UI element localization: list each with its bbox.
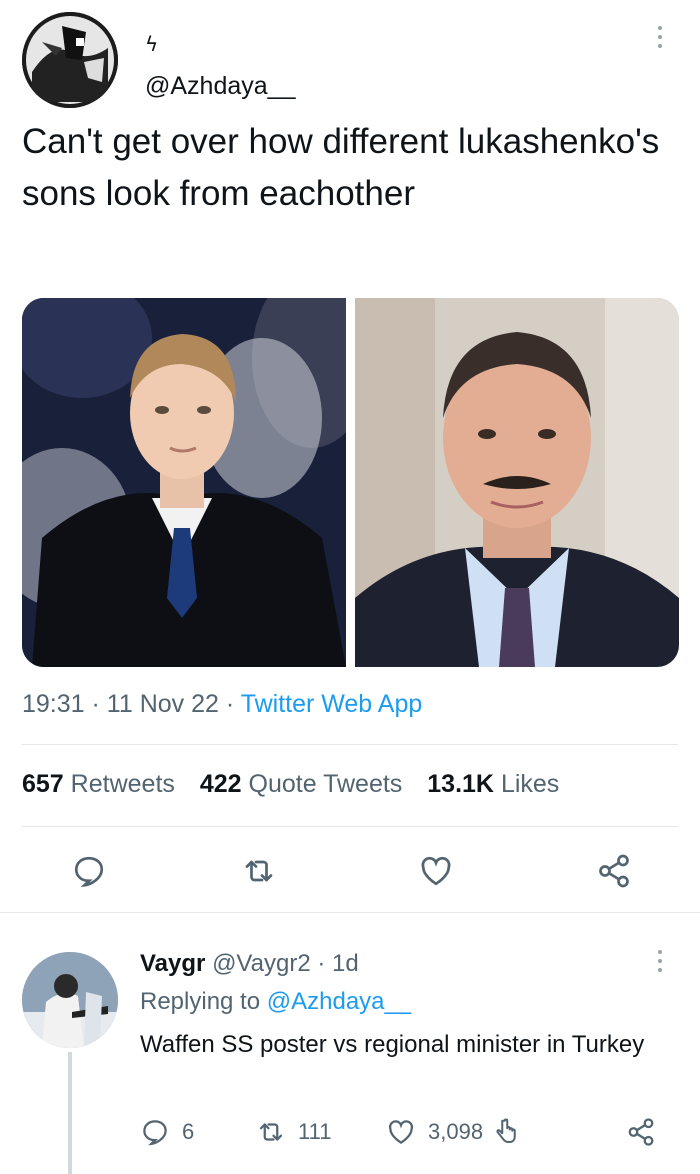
divider xyxy=(22,826,678,827)
avatar-artwork xyxy=(22,12,118,108)
reply-header: Vaygr @Vaygr2 · 1d xyxy=(140,950,359,978)
retweet-count: 111 xyxy=(298,1119,332,1144)
author-handle[interactable]: @Azhdaya__ xyxy=(145,72,295,101)
likes-stat[interactable]: 13.1K Likes xyxy=(427,770,559,798)
reply-author-handle[interactable]: @Vaygr2 xyxy=(212,950,311,977)
reply-like-button[interactable]: 3,098 xyxy=(386,1112,533,1152)
more-icon[interactable] xyxy=(655,26,665,52)
avatar-artwork xyxy=(22,952,118,1048)
like-count: 3,098 xyxy=(428,1119,484,1144)
share-icon[interactable] xyxy=(596,853,632,889)
reply-share-button[interactable] xyxy=(626,1112,668,1152)
heart-icon[interactable] xyxy=(418,853,454,889)
reply-age[interactable]: 1d xyxy=(332,950,359,977)
reply-author-avatar[interactable] xyxy=(22,952,118,1048)
divider xyxy=(0,912,700,913)
meta-separator: · xyxy=(317,950,333,977)
meta-separator: · xyxy=(91,690,107,718)
replying-prefix: Replying to xyxy=(140,988,261,1015)
retweet-icon[interactable] xyxy=(241,853,277,889)
reply-icon[interactable] xyxy=(71,853,107,889)
media-photo-left[interactable] xyxy=(22,298,346,667)
meta-separator: · xyxy=(225,690,241,718)
divider xyxy=(22,744,678,745)
share-icon xyxy=(626,1117,656,1147)
tweet-time[interactable]: 19:31 xyxy=(22,690,85,718)
tweet-date[interactable]: 11 Nov 22 xyxy=(107,690,219,718)
reply-icon xyxy=(140,1117,170,1147)
pointer-hand-icon xyxy=(491,1117,521,1147)
author-display-name[interactable]: ϟ xyxy=(145,32,158,56)
tweet-media[interactable] xyxy=(22,298,679,667)
heart-icon xyxy=(386,1117,416,1147)
reply-retweet-button[interactable]: 111 xyxy=(256,1112,331,1152)
tweet-source-app[interactable]: Twitter Web App xyxy=(241,690,423,718)
author-avatar[interactable] xyxy=(22,12,118,108)
reply-author-name[interactable]: Vaygr xyxy=(140,950,205,977)
replying-to-mention[interactable]: @Azhdaya__ xyxy=(267,988,411,1015)
media-photo-right[interactable] xyxy=(355,298,679,667)
thread-line xyxy=(68,1052,72,1174)
quotes-stat[interactable]: 422 Quote Tweets xyxy=(200,770,402,798)
tweet-stats: 657 Retweets 422 Quote Tweets 13.1K Like… xyxy=(22,770,559,799)
tweet-text: Can't get over how different lukashenko'… xyxy=(22,122,660,213)
retweet-icon xyxy=(256,1117,286,1147)
reply-count: 6 xyxy=(182,1119,195,1144)
reply-reply-button[interactable]: 6 xyxy=(140,1112,194,1152)
replying-to-line: Replying to @Azhdaya__ xyxy=(140,988,411,1016)
tweet-meta: 19:31 · 11 Nov 22 · Twitter Web App xyxy=(22,690,422,719)
reply-text: Waffen SS poster vs regional minister in… xyxy=(140,1031,645,1058)
more-icon[interactable] xyxy=(655,950,665,976)
retweets-stat[interactable]: 657 Retweets xyxy=(22,770,175,798)
